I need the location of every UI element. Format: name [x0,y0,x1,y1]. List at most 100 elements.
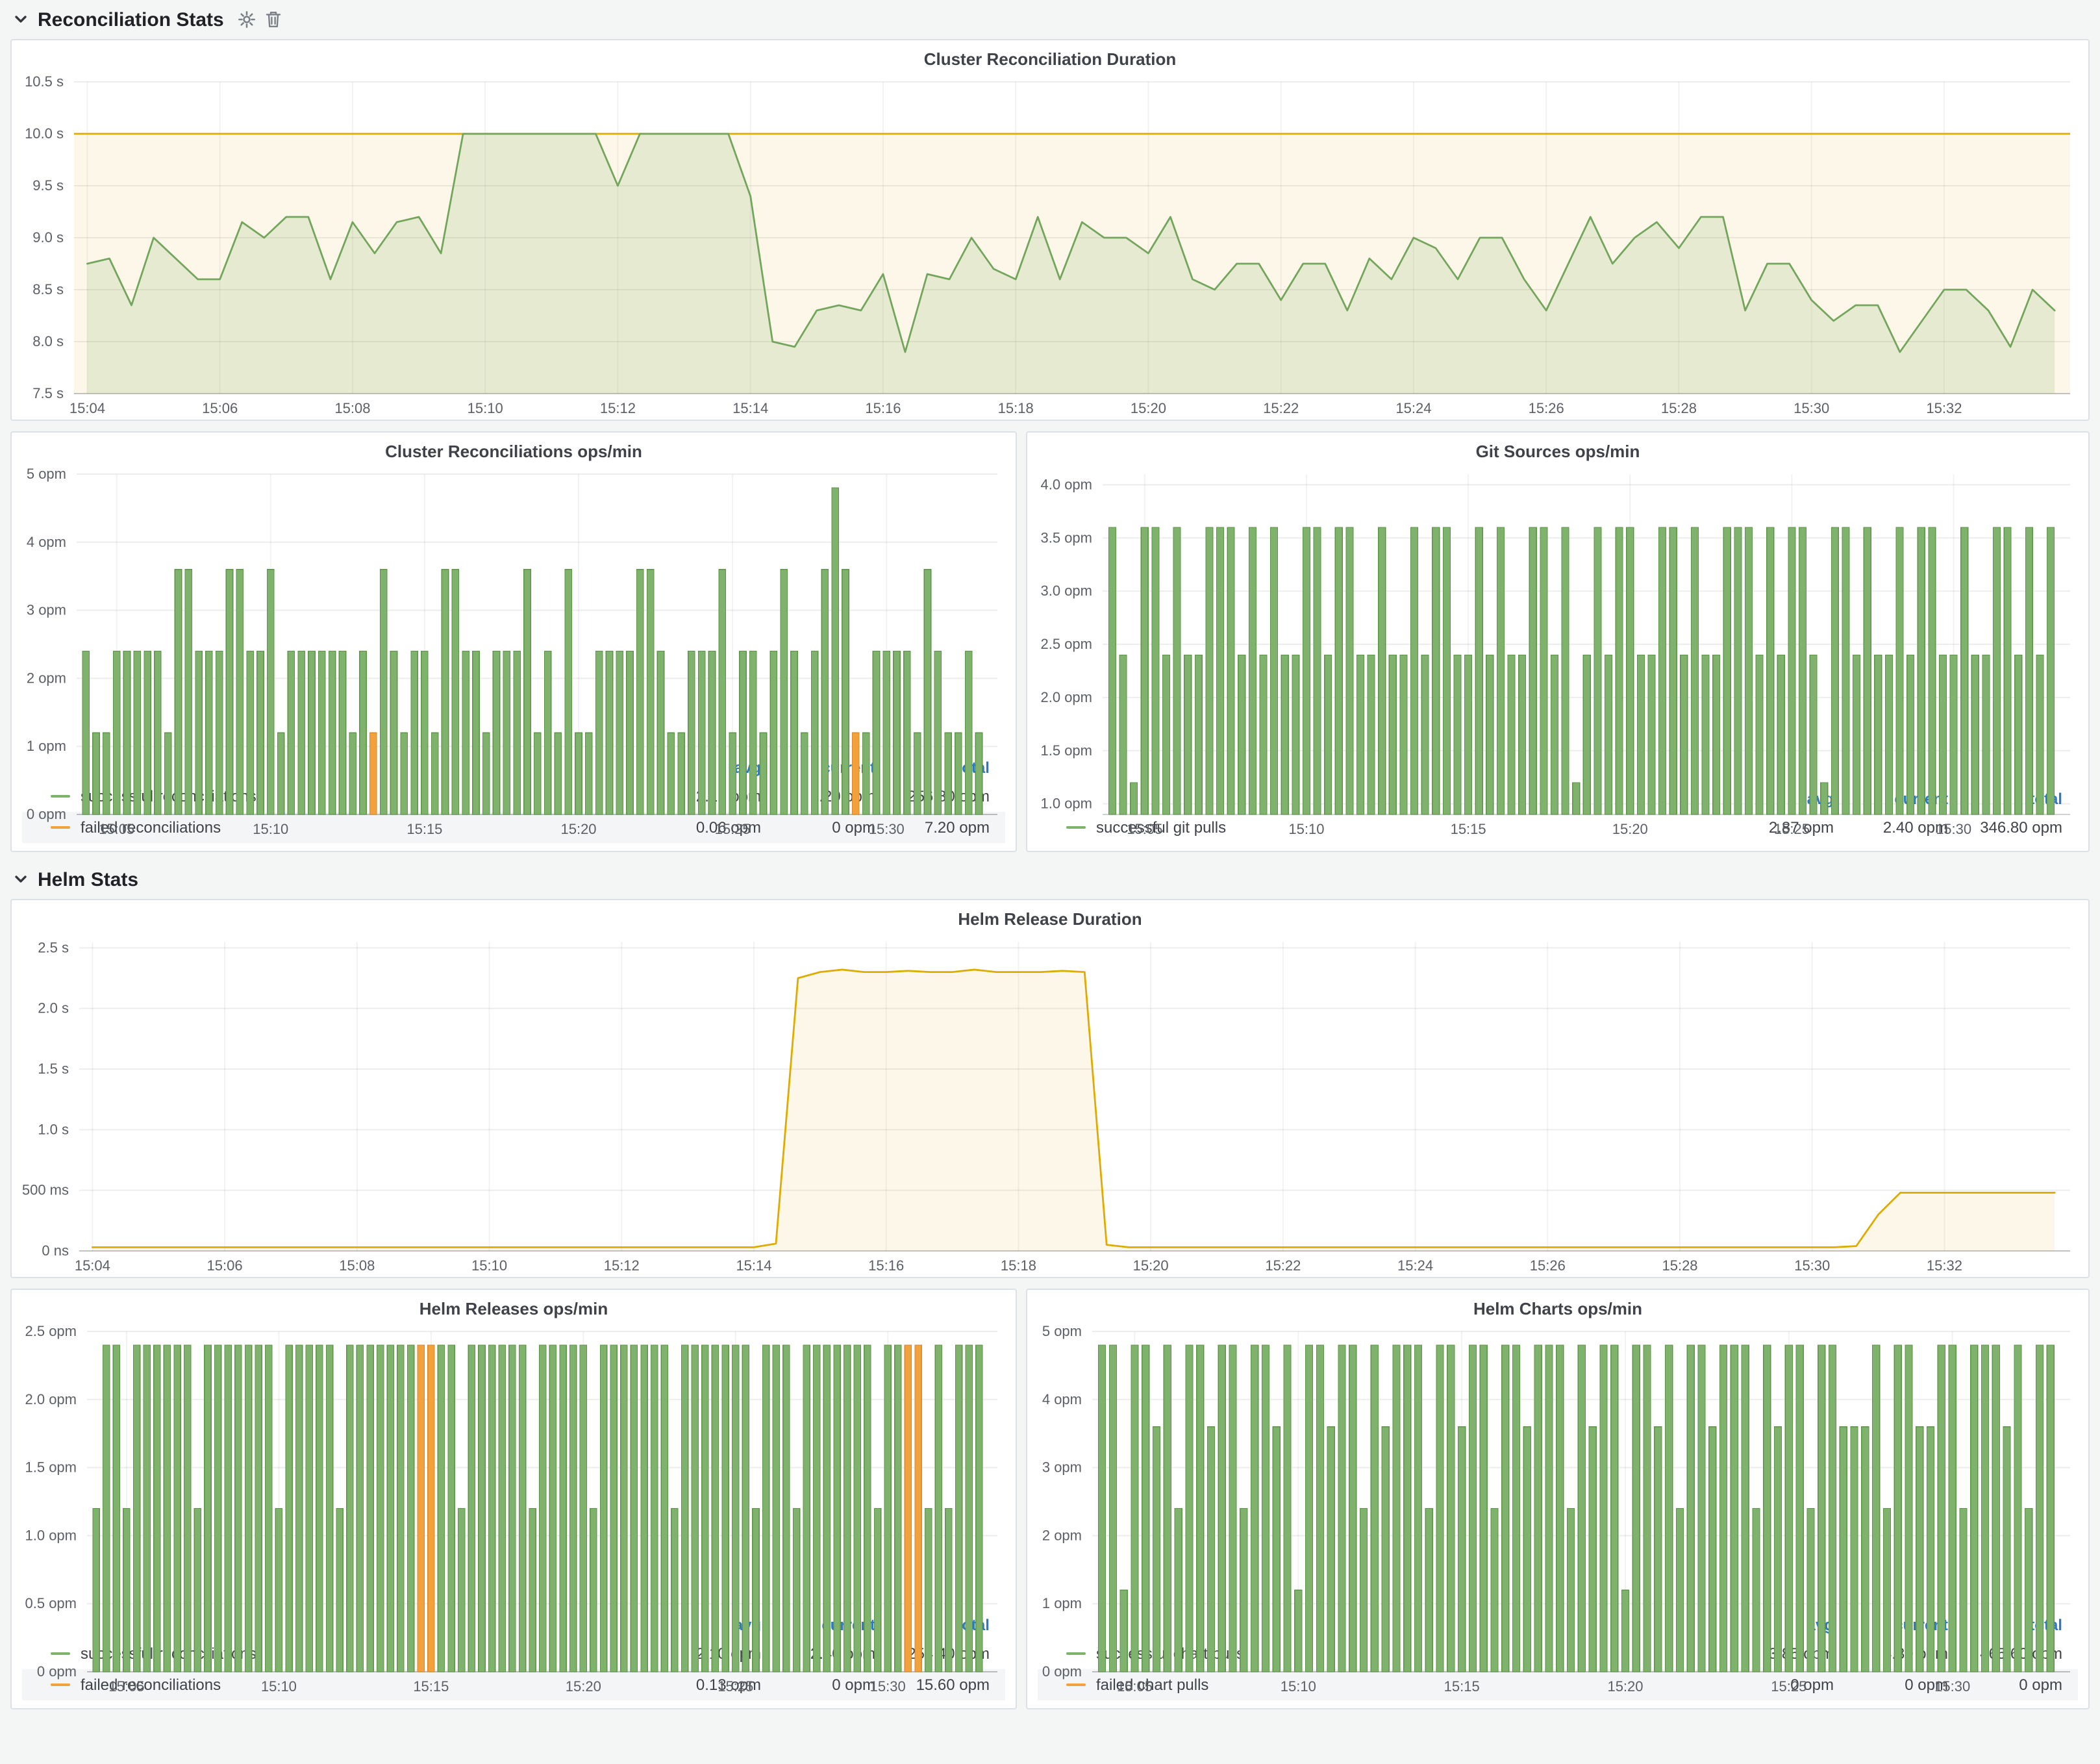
svg-text:15:30: 15:30 [1794,1257,1830,1274]
svg-text:4 opm: 4 opm [1042,1391,1082,1407]
chart-helm-charts-ops-min[interactable]: 15:0515:1015:1515:2015:2515:300 opm1 opm… [1027,1321,2088,1609]
svg-text:15:30: 15:30 [1934,1678,1970,1695]
svg-text:8.0 s: 8.0 s [32,333,64,349]
svg-text:1.0 opm: 1.0 opm [25,1527,77,1543]
svg-text:0 opm: 0 opm [27,806,66,822]
svg-text:3 opm: 3 opm [1042,1459,1082,1476]
svg-text:2.0 opm: 2.0 opm [1041,689,1093,705]
panel-helm-release-duration: Helm Release Duration 15:04 15:06 15:08 15:… [10,899,2090,1278]
svg-text:15:20: 15:20 [1612,821,1648,837]
chevron-down-icon[interactable] [13,872,29,887]
svg-text:0 ns: 0 ns [42,1242,69,1259]
svg-text:15:25: 15:25 [1774,821,1810,837]
panel-title[interactable]: Git Sources ops/min [1027,433,2088,464]
section-title[interactable]: Reconciliation Stats [38,8,224,31]
trash-icon[interactable] [266,10,282,29]
svg-text:1 opm: 1 opm [27,738,66,754]
svg-text:3 opm: 3 opm [27,602,66,618]
svg-text:15:04: 15:04 [69,400,105,416]
panel-helm-charts-ops-min: Helm Charts ops/min 15:0515:1015:1515:20… [1026,1289,2090,1709]
svg-text:15:25: 15:25 [718,1678,753,1695]
svg-text:15:14: 15:14 [736,1257,771,1274]
svg-text:15:16: 15:16 [868,1257,904,1274]
panel-title[interactable]: Helm Charts ops/min [1027,1290,2088,1321]
svg-text:1 opm: 1 opm [1042,1595,1082,1611]
section-header-reconciliation-stats: Reconciliation Stats [0,0,2100,39]
svg-text:9.5 s: 9.5 s [32,177,64,194]
panel-title[interactable]: Helm Releases ops/min [12,1290,1016,1321]
svg-text:15:05: 15:05 [1127,821,1162,837]
svg-text:15:10: 15:10 [253,821,288,837]
panel-cluster-reconciliations-ops-min: Cluster Reconciliations ops/min 15:0515:… [10,431,1017,852]
svg-text:15:18: 15:18 [998,400,1034,416]
chevron-down-icon[interactable] [13,12,29,27]
svg-text:15:15: 15:15 [1444,1678,1480,1695]
svg-text:9.0 s: 9.0 s [32,229,64,246]
svg-text:15:05: 15:05 [99,821,134,837]
svg-text:15:12: 15:12 [604,1257,640,1274]
svg-text:15:06: 15:06 [207,1257,243,1274]
svg-text:1.5 opm: 1.5 opm [25,1459,77,1476]
svg-text:15:30: 15:30 [870,1678,906,1695]
chart-git-sources-ops-min[interactable]: 15:0515:1015:1515:2015:2515:301.0 opm1.5… [1027,464,2088,783]
svg-text:1.5 opm: 1.5 opm [1041,742,1093,759]
section-title[interactable]: Helm Stats [38,868,138,890]
svg-text:15:08: 15:08 [339,1257,375,1274]
svg-text:15:26: 15:26 [1530,1257,1566,1274]
svg-text:15:22: 15:22 [1263,400,1299,416]
svg-text:1.5 s: 1.5 s [38,1061,69,1077]
svg-text:15:06: 15:06 [202,400,238,416]
svg-text:2 opm: 2 opm [27,670,66,686]
svg-text:0 opm: 0 opm [37,1663,77,1680]
svg-text:15:15: 15:15 [1451,821,1486,837]
svg-text:15:30: 15:30 [1936,821,1971,837]
svg-text:15:32: 15:32 [1927,1257,1962,1274]
svg-text:0.5 opm: 0.5 opm [25,1595,77,1611]
panel-helm-releases-ops-min: Helm Releases ops/min 15:0515:1015:1515:… [10,1289,1017,1709]
panel-title[interactable]: Helm Release Duration [12,900,2088,931]
svg-text:2 opm: 2 opm [1042,1527,1082,1543]
chart-cluster-reconciliations-ops-min[interactable]: 15:0515:1015:1515:2015:2515:300 opm1 opm… [12,464,1016,752]
svg-text:15:14: 15:14 [732,400,768,416]
svg-text:15:25: 15:25 [1771,1678,1806,1695]
svg-text:5 opm: 5 opm [1042,1323,1082,1339]
svg-text:15:04: 15:04 [75,1257,110,1274]
svg-text:500 ms: 500 ms [22,1182,69,1198]
svg-text:15:05: 15:05 [1117,1678,1153,1695]
svg-text:7.5 s: 7.5 s [32,385,64,401]
svg-text:2.5 opm: 2.5 opm [1041,636,1093,652]
panel-title[interactable]: Cluster Reconciliations ops/min [12,433,1016,464]
svg-text:15:10: 15:10 [471,1257,507,1274]
svg-text:15:15: 15:15 [406,821,442,837]
svg-text:2.0 opm: 2.0 opm [25,1391,77,1407]
section-header-helm-stats: Helm Stats [0,860,2100,899]
chart-helm-release-duration[interactable]: 15:0415:0615:0815:1015:1215:1415:1615:18… [12,931,2088,1277]
svg-text:15:20: 15:20 [1607,1678,1643,1695]
panel-row-reconciliation: Cluster Reconciliations ops/min 15:0515:… [10,431,2090,852]
svg-text:15:30: 15:30 [1794,400,1829,416]
svg-text:15:28: 15:28 [1661,400,1697,416]
svg-text:5 opm: 5 opm [27,466,66,482]
svg-text:2.5 opm: 2.5 opm [25,1323,77,1339]
svg-text:15:08: 15:08 [334,400,370,416]
svg-text:15:15: 15:15 [413,1678,449,1695]
panel-row-helm: Helm Releases ops/min 15:0515:1015:1515:… [10,1289,2090,1709]
panel-title[interactable]: Cluster Reconciliation Duration [12,40,2088,71]
svg-text:15:10: 15:10 [1288,821,1324,837]
svg-text:15:24: 15:24 [1395,400,1431,416]
svg-text:15:20: 15:20 [1131,400,1166,416]
gear-icon[interactable] [238,10,256,29]
chart-helm-releases-ops-min[interactable]: 15:0515:1015:1515:2015:2515:300 opm0.5 o… [12,1321,1016,1609]
svg-text:4.0 opm: 4.0 opm [1041,476,1093,492]
chart-cluster-reconciliation-duration[interactable]: 15:0415:0615:0815:1015:1215:1415:1615:18… [12,71,2088,420]
svg-text:1.0 opm: 1.0 opm [1041,796,1093,812]
svg-text:15:10: 15:10 [468,400,503,416]
svg-text:15:26: 15:26 [1529,400,1564,416]
svg-text:15:20: 15:20 [1133,1257,1169,1274]
dashboard: Reconciliation Stats Cluster Reconciliat… [0,0,2100,1764]
svg-text:10.5 s: 10.5 s [25,73,64,90]
svg-text:15:20: 15:20 [560,821,596,837]
svg-text:4 opm: 4 opm [27,534,66,550]
svg-text:10.0 s: 10.0 s [25,125,64,142]
svg-text:2.0 s: 2.0 s [38,1000,69,1016]
